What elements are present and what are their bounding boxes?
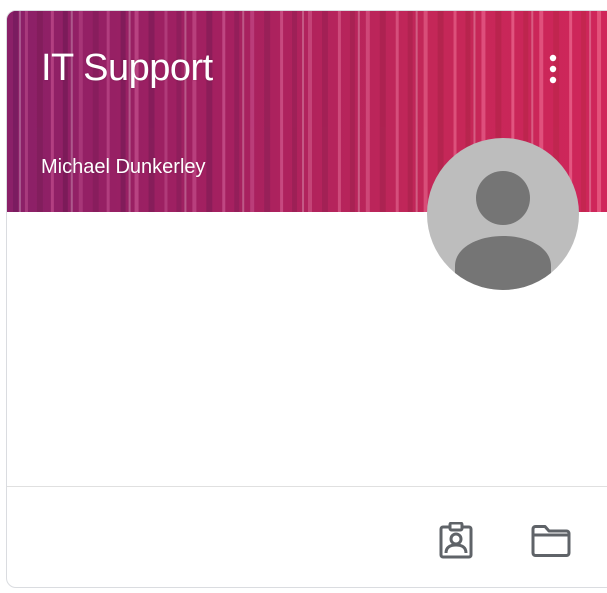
- more-options-button[interactable]: [533, 49, 573, 89]
- person-avatar-icon: [455, 171, 551, 290]
- assignment-ind-icon: [439, 522, 473, 559]
- your-work-button[interactable]: [432, 517, 480, 565]
- class-title-link[interactable]: IT Support: [41, 47, 213, 90]
- more-vert-icon: [549, 54, 557, 84]
- teacher-name: Michael Dunkerley: [41, 156, 206, 178]
- card-footer: [7, 486, 607, 587]
- class-card[interactable]: IT Support Michael Dunkerley: [6, 10, 607, 588]
- folder-icon: [531, 525, 571, 557]
- class-drive-folder-button[interactable]: [527, 517, 575, 565]
- teacher-avatar: [427, 138, 579, 290]
